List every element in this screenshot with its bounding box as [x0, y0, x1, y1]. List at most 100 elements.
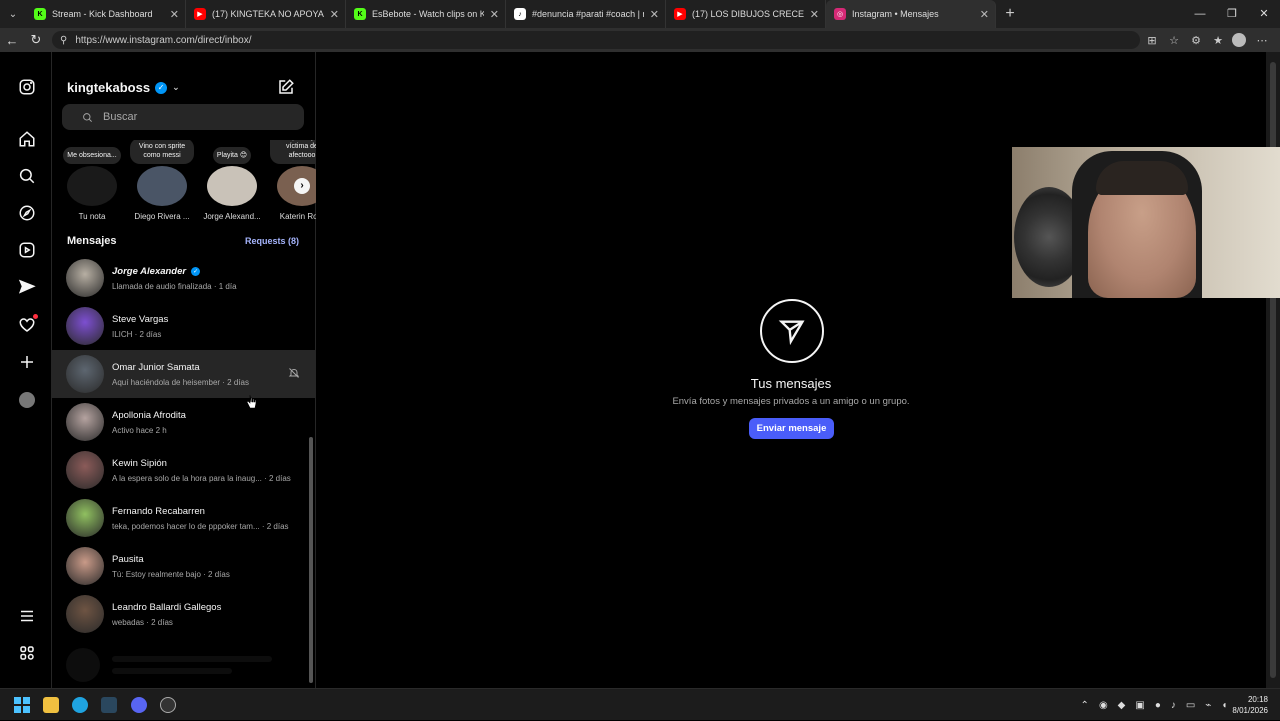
browser-tab[interactable]: ◎ Instagram • Mensajes ✕ [826, 0, 996, 28]
tab-title: #denuncia #parati #coach | maice [532, 9, 644, 19]
note-name: Katerin Rom [279, 212, 316, 221]
conversation-row[interactable]: Jorge Alexander ✓ Llamada de audio finaliz… [52, 254, 316, 302]
profile-avatar[interactable] [1232, 33, 1248, 47]
tray-volume-icon[interactable]: ◖ [1221, 700, 1227, 711]
extensions-icon[interactable]: ⚙ [1188, 34, 1204, 47]
note-avatar [207, 166, 257, 206]
conversation-name: Omar Junior Samata [112, 361, 200, 373]
tray-mic-icon[interactable]: ♪ [1171, 700, 1176, 711]
discord-icon[interactable] [131, 697, 147, 713]
note-item[interactable]: Me obsesiona... Tu nota [62, 140, 128, 221]
minimize-button[interactable]: — [1184, 0, 1216, 28]
reels-icon[interactable] [16, 239, 38, 261]
tray-network-icon[interactable]: ⌁ [1205, 700, 1211, 711]
conversation-name: Leandro Ballardi Gallegos [112, 601, 222, 613]
note-bubble: Playita 😊 [212, 147, 252, 164]
notes-next-arrow-icon[interactable]: › [294, 178, 310, 194]
close-tab-icon[interactable]: ✕ [170, 8, 179, 21]
tab-title: (17) LOS DIBUJOS CRECEN - PIURA [692, 9, 804, 19]
note-item[interactable]: Playita 😊 Jorge Alexand... [196, 140, 268, 221]
favorites-icon[interactable]: ★ [1210, 34, 1226, 47]
maximize-button[interactable]: ❐ [1216, 0, 1248, 28]
tray-steam-icon[interactable]: ● [1155, 700, 1161, 711]
notes-carousel: Me obsesiona... Tu nota Vino con sprite co… [62, 140, 316, 226]
verified-icon: ✓ [191, 266, 201, 276]
empty-state-subtitle: Envía fotos y mensajes privados a un ami… [672, 396, 910, 407]
close-tab-icon[interactable]: ✕ [810, 8, 819, 21]
edge-browser-icon[interactable] [72, 697, 88, 713]
messages-icon[interactable] [16, 276, 38, 298]
browser-tab[interactable]: K Stream - Kick Dashboard ✕ [26, 0, 186, 28]
avatar [66, 403, 104, 441]
tray-app-icon[interactable]: ◉ [1099, 700, 1108, 711]
favorite-star-icon[interactable]: ☆ [1166, 34, 1182, 47]
steam-icon[interactable] [101, 697, 117, 713]
avatar [66, 595, 104, 633]
home-icon[interactable] [16, 128, 38, 150]
loading-avatar-placeholder [66, 648, 100, 682]
new-message-icon[interactable] [277, 78, 295, 96]
tray-overflow-icon[interactable]: ⌃ [1081, 700, 1089, 711]
url-field[interactable]: ⚲ https://www.instagram.com/direct/inbox… [52, 31, 1140, 49]
search-icon[interactable] [16, 165, 38, 187]
close-window-button[interactable]: ✕ [1248, 0, 1280, 28]
back-button[interactable]: ← [0, 33, 24, 48]
youtube-favicon-icon: ▶ [674, 8, 686, 20]
note-name: Jorge Alexand... [203, 212, 261, 221]
tray-display-icon[interactable]: ▭ [1186, 700, 1195, 711]
close-tab-icon[interactable]: ✕ [650, 8, 659, 21]
profile-icon[interactable] [16, 389, 38, 411]
sidebar-scrollbar[interactable] [309, 437, 313, 683]
explore-icon[interactable] [16, 202, 38, 224]
account-switcher[interactable]: kingtekaboss ✓ ⌄ [67, 80, 180, 95]
close-tab-icon[interactable]: ✕ [330, 8, 339, 21]
conversation-row[interactable]: Apollonia Afrodita Activo hace 2 h [52, 398, 316, 446]
refresh-button[interactable]: ↻ [24, 32, 48, 48]
app-available-icon[interactable]: ⊞ [1144, 34, 1160, 47]
mouse-cursor-icon [247, 394, 257, 409]
note-item[interactable]: Vino con sprite como messi Diego Rivera .… [126, 140, 198, 221]
notifications-icon[interactable] [16, 314, 38, 336]
browser-tab[interactable]: ▶ (17) KINGTEKA NO APOYARA A R ✕ [186, 0, 346, 28]
site-info-icon[interactable]: ⚲ [60, 35, 67, 46]
browser-tab[interactable]: K EsBebote - Watch clips on Kick ✕ [346, 0, 506, 28]
conversation-name: Steve Vargas [112, 313, 169, 325]
conversation-row[interactable]: Pausita Tú: Estoy realmente bajo · 2 días [52, 542, 316, 590]
instagram-icon[interactable] [16, 76, 38, 98]
tray-app-icon[interactable]: ◆ [1118, 700, 1126, 711]
conversation-row[interactable]: Kewin Sipión A la espera solo de la hora … [52, 446, 316, 494]
windows-start-icon[interactable] [14, 697, 30, 713]
conversation-name: Apollonia Afrodita [112, 409, 186, 421]
avatar [66, 355, 104, 393]
webcam-overlay [1012, 147, 1280, 298]
avatar [66, 499, 104, 537]
create-icon[interactable] [16, 351, 38, 373]
tab-actions-button[interactable]: ⌄ [0, 0, 26, 28]
browser-tab[interactable]: ♪ #denuncia #parati #coach | maice ✕ [506, 0, 666, 28]
close-tab-icon[interactable]: ✕ [980, 8, 989, 21]
obs-icon[interactable] [160, 697, 176, 713]
conversation-row[interactable]: Leandro Ballardi Gallegos webadas · 2 día… [52, 590, 316, 638]
note-avatar [67, 166, 117, 206]
avatar [66, 259, 104, 297]
conversation-row[interactable]: Steve Vargas ILICH · 2 días [52, 302, 316, 350]
taskbar-clock[interactable]: 20:18 8/01/2026 [1232, 694, 1268, 716]
tray-app-icon[interactable]: ▣ [1135, 700, 1144, 711]
menu-icon[interactable] [16, 605, 38, 627]
instagram-nav-rail [0, 52, 52, 688]
conversation-row[interactable]: Omar Junior Samata Aquí haciéndola de hei… [52, 350, 316, 398]
file-explorer-icon[interactable] [43, 697, 59, 713]
note-name: Tu nota [78, 212, 106, 221]
search-input[interactable]: Buscar [62, 104, 304, 130]
browser-tab[interactable]: ▶ (17) LOS DIBUJOS CRECEN - PIURA ✕ [666, 0, 826, 28]
new-tab-button[interactable]: + [996, 5, 1024, 23]
conversation-preview: Tú: Estoy realmente bajo · 2 días [112, 569, 230, 579]
tab-title: Stream - Kick Dashboard [52, 9, 153, 19]
requests-link[interactable]: Requests (8) [245, 236, 299, 246]
send-message-button[interactable]: Enviar mensaje [749, 418, 834, 439]
close-tab-icon[interactable]: ✕ [490, 8, 499, 21]
conversation-row[interactable]: Fernando Recabarren teka, podemos hacer l… [52, 494, 316, 542]
more-icon[interactable] [16, 642, 38, 664]
browser-menu-icon[interactable]: ⋯ [1254, 34, 1270, 47]
avatar [66, 307, 104, 345]
